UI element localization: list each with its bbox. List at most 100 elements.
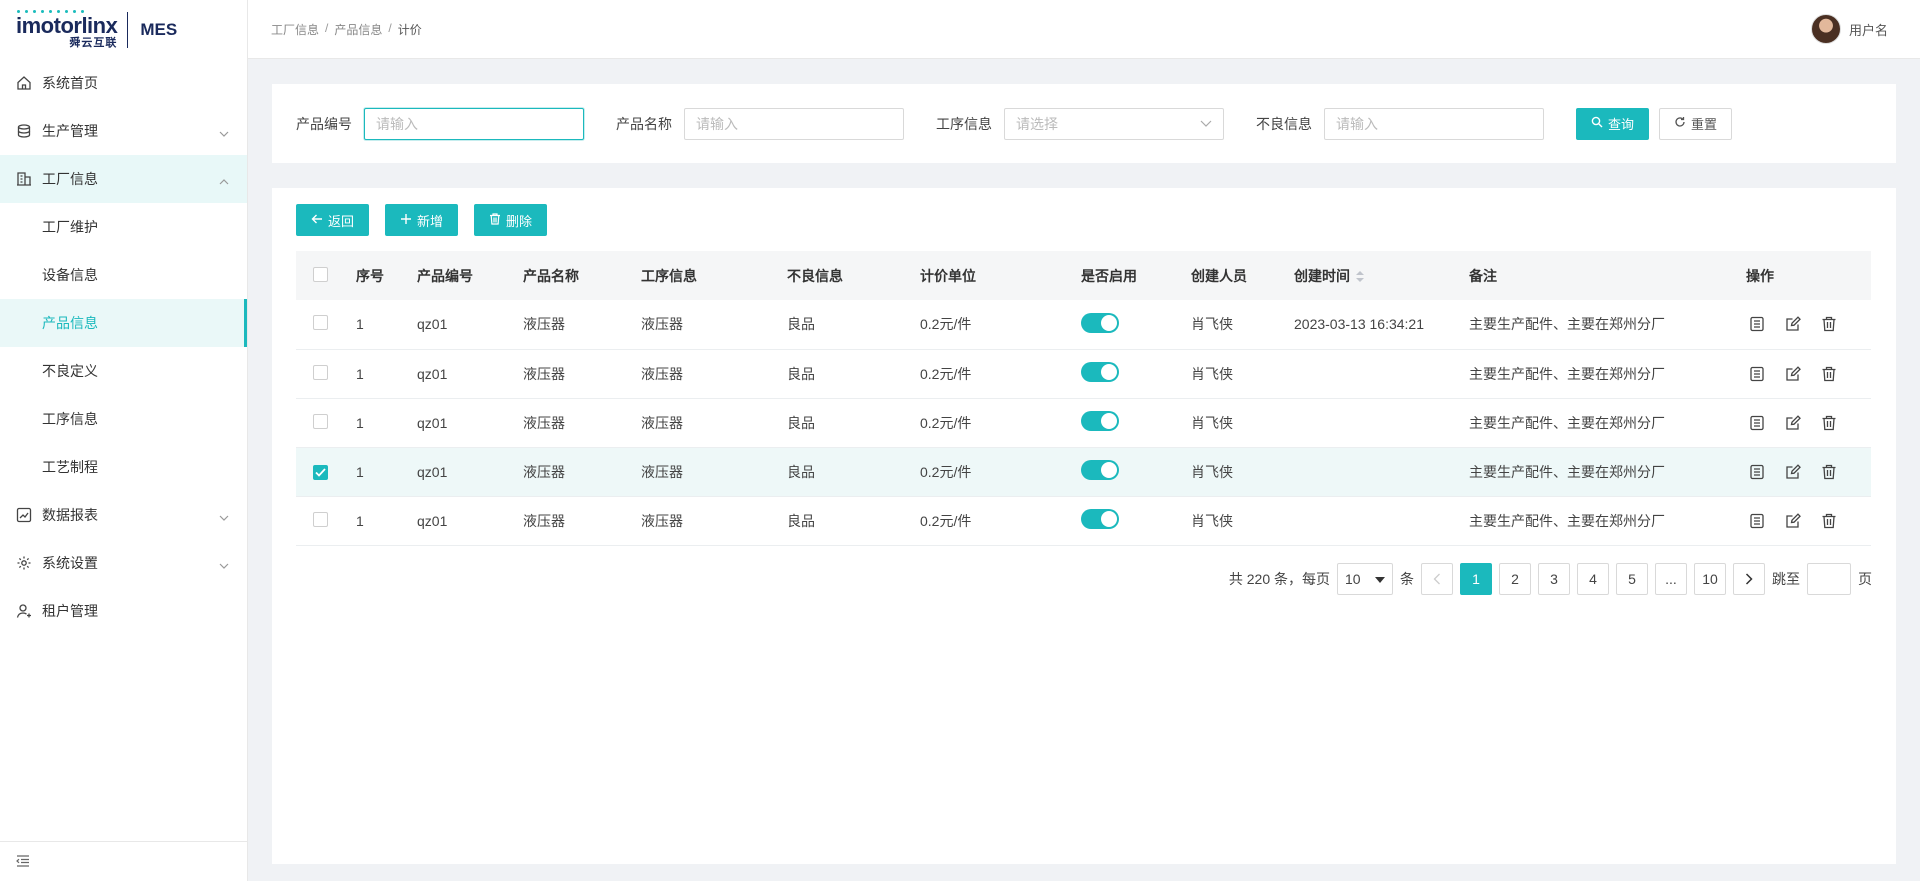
detail-icon[interactable] — [1746, 313, 1768, 335]
detail-icon[interactable] — [1746, 461, 1768, 483]
username[interactable]: 用户名 — [1849, 20, 1888, 39]
trash-icon[interactable] — [1818, 461, 1840, 483]
add-button[interactable]: 新增 — [385, 204, 459, 236]
edit-icon[interactable] — [1782, 510, 1804, 532]
cell-created — [1294, 398, 1469, 447]
sidebar-subitem-factory-maintenance[interactable]: 工厂维护 — [0, 203, 247, 251]
sidebar-item-reports[interactable]: 数据报表 — [0, 491, 247, 539]
sidebar-subitem-process[interactable]: 工序信息 — [0, 395, 247, 443]
trash-icon[interactable] — [1818, 363, 1840, 385]
cell-creator: 肖飞侠 — [1191, 316, 1233, 333]
cell-process: 液压器 — [641, 463, 683, 480]
chevron-up-icon — [219, 174, 229, 185]
product-name-label: 产品名称 — [616, 115, 672, 132]
page-size-select[interactable]: 10 — [1337, 563, 1393, 595]
sidebar-item-settings[interactable]: 系统设置 — [0, 539, 247, 587]
sidebar-subitem-product[interactable]: 产品信息 — [0, 299, 247, 347]
table-panel: 返回 新增 删除 序号 产品编号 产品名称 工序信息 不良信息 计价单位 是否启… — [272, 188, 1896, 864]
prev-page-button[interactable] — [1421, 563, 1453, 595]
page-button[interactable]: 5 — [1616, 563, 1648, 595]
table-row[interactable]: 1 qz01 液压器 液压器 良品 0.2元/件 肖飞侠 主要生产配件、主要在郑… — [296, 398, 1871, 447]
row-checkbox[interactable] — [313, 511, 328, 527]
enabled-toggle[interactable] — [1081, 460, 1119, 480]
row-checkbox[interactable] — [313, 413, 328, 429]
table-row[interactable]: 1 qz01 液压器 液压器 良品 0.2元/件 肖飞侠 2023-03-13 … — [296, 300, 1871, 349]
page-button[interactable]: 1 — [1460, 563, 1492, 595]
table-row[interactable]: 1 qz01 液压器 液压器 良品 0.2元/件 肖飞侠 主要生产配件、主要在郑… — [296, 496, 1871, 545]
row-checkbox[interactable] — [313, 364, 328, 380]
cell-seq: 1 — [356, 463, 364, 480]
row-checkbox[interactable] — [313, 464, 328, 480]
sidebar: imotorlinx 舜云互联 MES 系统首页 生产管理 工厂信息 工厂维护 … — [0, 0, 248, 881]
cell-seq: 1 — [356, 365, 364, 382]
cell-seq: 1 — [356, 512, 364, 529]
enabled-toggle[interactable] — [1081, 362, 1119, 382]
product-code-input[interactable] — [364, 107, 584, 140]
logo-product: MES — [140, 19, 178, 39]
sort-icon[interactable] — [1356, 269, 1364, 285]
detail-icon[interactable] — [1746, 363, 1768, 385]
delete-button-label: 删除 — [506, 213, 533, 229]
cell-remark: 主要生产配件、主要在郑州分厂 — [1469, 512, 1665, 529]
user-menu[interactable]: 用户名 — [1810, 14, 1888, 44]
sidebar-collapse-toggle[interactable] — [0, 841, 247, 881]
edit-icon[interactable] — [1782, 461, 1804, 483]
user-icon — [15, 602, 33, 620]
reset-button[interactable]: 重置 — [1659, 107, 1733, 140]
row-actions — [1746, 363, 1871, 385]
trash-icon[interactable] — [1818, 510, 1840, 532]
search-button-label: 查询 — [1608, 117, 1635, 132]
breadcrumb-item[interactable]: 工厂信息 — [271, 21, 319, 38]
enabled-toggle[interactable] — [1081, 312, 1119, 333]
cell-remark: 主要生产配件、主要在郑州分厂 — [1469, 316, 1665, 333]
sidebar-subitem-craft[interactable]: 工艺制程 — [0, 443, 247, 491]
column-header-created[interactable]: 创建时间 — [1294, 251, 1469, 300]
page-button[interactable]: 3 — [1538, 563, 1570, 595]
product-code-field: 产品编号 — [296, 107, 584, 140]
page-ellipsis[interactable]: ... — [1655, 563, 1687, 595]
edit-icon[interactable] — [1782, 412, 1804, 434]
process-select[interactable]: 请选择 — [1004, 107, 1224, 140]
cell-unit: 0.2元/件 — [920, 316, 972, 333]
product-name-input[interactable] — [684, 107, 904, 140]
sidebar-subitem-equipment[interactable]: 设备信息 — [0, 251, 247, 299]
sidebar-item-tenant[interactable]: 租户管理 — [0, 587, 247, 635]
edit-icon[interactable] — [1782, 363, 1804, 385]
cell-name: 液压器 — [523, 414, 565, 431]
detail-icon[interactable] — [1746, 412, 1768, 434]
table-row[interactable]: 1 qz01 液压器 液压器 良品 0.2元/件 肖飞侠 主要生产配件、主要在郑… — [296, 447, 1871, 496]
back-button[interactable]: 返回 — [296, 204, 370, 236]
enabled-toggle[interactable] — [1081, 509, 1119, 529]
row-checkbox[interactable] — [313, 315, 328, 331]
search-button[interactable]: 查询 — [1576, 107, 1650, 140]
sidebar-item-factory[interactable]: 工厂信息 — [0, 155, 247, 203]
cell-name: 液压器 — [523, 463, 565, 480]
select-all-checkbox[interactable] — [313, 266, 328, 282]
table-row[interactable]: 1 qz01 液压器 液压器 良品 0.2元/件 肖飞侠 主要生产配件、主要在郑… — [296, 349, 1871, 398]
page-button[interactable]: 2 — [1499, 563, 1531, 595]
cell-code: qz01 — [417, 512, 448, 529]
page-size-value: 10 — [1345, 571, 1361, 587]
delete-button[interactable]: 删除 — [474, 204, 548, 236]
avatar[interactable] — [1810, 14, 1841, 44]
jump-page-input[interactable] — [1807, 563, 1851, 595]
trash-icon[interactable] — [1818, 313, 1840, 335]
sidebar-item-home[interactable]: 系统首页 — [0, 59, 247, 107]
enabled-toggle[interactable] — [1081, 411, 1119, 431]
sidebar-subitem-defect[interactable]: 不良定义 — [0, 347, 247, 395]
page-button[interactable]: 4 — [1577, 563, 1609, 595]
logo-sub: 舜云互联 — [69, 37, 118, 49]
breadcrumb-item[interactable]: 产品信息 — [334, 21, 382, 38]
pagination: 共 220 条，每页 10 条 1 2 3 4 5 ... 10 跳至 页 — [1229, 563, 1872, 595]
detail-icon[interactable] — [1746, 510, 1768, 532]
defect-input[interactable] — [1324, 107, 1544, 140]
cell-creator: 肖飞侠 — [1191, 512, 1233, 529]
building-icon — [15, 170, 33, 188]
trash-icon[interactable] — [1818, 412, 1840, 434]
next-page-button[interactable] — [1733, 563, 1765, 595]
page-button[interactable]: 10 — [1694, 563, 1726, 595]
cell-process: 液压器 — [641, 365, 683, 382]
sidebar-item-label: 生产管理 — [42, 123, 98, 139]
sidebar-item-production[interactable]: 生产管理 — [0, 107, 247, 155]
edit-icon[interactable] — [1782, 313, 1804, 335]
